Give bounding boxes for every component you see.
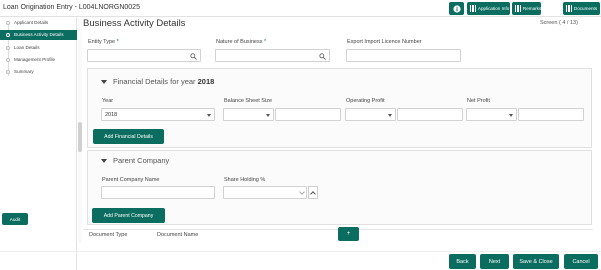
- back-button[interactable]: Back: [449, 254, 476, 269]
- column-header-document-name: Document Name: [157, 232, 199, 238]
- collapse-triangle-icon[interactable]: [101, 159, 107, 163]
- step-dot-icon: [6, 21, 10, 25]
- search-icon[interactable]: [319, 53, 326, 60]
- column-header-document-type: Document Type: [89, 232, 128, 238]
- sidebar-item-label: Management Profile: [14, 57, 56, 62]
- sidebar-item-label: Loan Details: [14, 45, 40, 50]
- collapse-triangle-icon[interactable]: [101, 80, 107, 84]
- year-label: Year: [102, 98, 114, 104]
- screen-indicator: Screen ( 4 / 13): [540, 20, 578, 26]
- info-button[interactable]: [449, 2, 464, 15]
- sidebar-item-label: Applicant Details: [14, 20, 49, 25]
- chevron-down-icon: [266, 114, 270, 117]
- sidebar-item-label: Business Activity Details: [14, 32, 64, 37]
- sidebar-item-business-activity-details[interactable]: Business Activity Details: [0, 30, 77, 40]
- operating-profit-label: Operating Profit: [346, 98, 385, 104]
- step-dot-icon: [6, 58, 10, 62]
- sidebar-item-management-profile[interactable]: Management Profile: [0, 55, 77, 65]
- nature-of-business-field[interactable]: [215, 49, 330, 62]
- add-financial-details-button[interactable]: Add Financial Details: [93, 129, 164, 144]
- step-dot-icon: [6, 46, 10, 50]
- balance-sheet-size-label: Balance Sheet Size: [224, 98, 273, 104]
- parent-company-name-label: Parent Company Name: [102, 177, 160, 183]
- parent-company-title: Parent Company: [113, 156, 170, 165]
- net-profit-currency-select[interactable]: [466, 108, 517, 121]
- cancel-button[interactable]: Cancel: [564, 254, 598, 269]
- remarks-label: Remarks: [522, 6, 542, 11]
- documents-button[interactable]: Documents: [563, 2, 600, 15]
- application-info-button[interactable]: Application Info: [467, 2, 510, 15]
- add-document-button[interactable]: +: [338, 227, 359, 241]
- required-mark: *: [116, 39, 119, 45]
- export-import-licence-field[interactable]: [346, 49, 461, 62]
- remarks-button[interactable]: Remarks: [512, 2, 541, 15]
- page-title: Business Activity Details: [83, 18, 186, 29]
- entity-type-label: Entity Type *: [88, 39, 119, 45]
- nature-of-business-label: Nature of Business *: [216, 39, 267, 45]
- save-close-button[interactable]: Save & Close: [513, 254, 559, 269]
- sidebar-scrollbar-thumb[interactable]: [78, 122, 82, 152]
- audit-button[interactable]: Audit: [2, 213, 28, 225]
- sidebar-item-label: Summary: [14, 69, 34, 74]
- export-import-licence-label: Export Import Licence Number: [347, 39, 422, 45]
- operating-profit-currency-select[interactable]: [345, 108, 396, 121]
- remarks-icon: [515, 5, 521, 12]
- application-info-label: Application Info: [477, 6, 510, 11]
- required-mark: *: [264, 39, 267, 45]
- documents-label: Documents: [573, 6, 598, 11]
- share-holding-label: Share Holding %: [224, 177, 266, 183]
- net-profit-label: Net Profit: [467, 98, 490, 104]
- step-dot-icon: [6, 33, 10, 37]
- year-select[interactable]: 2018: [101, 108, 215, 121]
- footer-divider: [0, 251, 601, 252]
- chevron-up-icon: [310, 190, 316, 197]
- share-holding-decrement[interactable]: [297, 187, 306, 198]
- chevron-down-icon: [388, 114, 392, 117]
- financial-details-title: Financial Details for year 2018: [113, 77, 215, 86]
- documents-icon: [566, 5, 572, 12]
- operating-profit-amount-input[interactable]: [397, 108, 463, 121]
- balance-sheet-currency-select[interactable]: [223, 108, 274, 121]
- chevron-down-icon: [207, 114, 211, 117]
- net-profit-amount-input[interactable]: [518, 108, 584, 121]
- sidebar-item-summary[interactable]: Summary: [0, 67, 77, 77]
- balance-sheet-amount-input[interactable]: [275, 108, 341, 121]
- share-holding-input[interactable]: [223, 186, 307, 199]
- parent-company-name-input[interactable]: [101, 186, 215, 199]
- step-dot-icon: [6, 70, 10, 74]
- entity-type-field[interactable]: [87, 49, 201, 62]
- share-holding-increment[interactable]: [308, 186, 318, 199]
- chevron-down-icon: [509, 114, 513, 117]
- add-parent-company-button[interactable]: Add Parent Company: [92, 208, 165, 223]
- info-icon: [452, 4, 461, 13]
- sidebar-item-applicant-details[interactable]: Applicant Details: [0, 18, 77, 28]
- next-button[interactable]: Next: [480, 254, 509, 269]
- search-icon[interactable]: [190, 53, 197, 60]
- chevron-down-icon: [298, 188, 305, 195]
- app-title: Loan Origination Entry - L004LNORGN0025: [3, 4, 140, 11]
- sidebar-item-loan-details[interactable]: Loan Details: [0, 43, 77, 53]
- application-info-icon: [470, 5, 476, 12]
